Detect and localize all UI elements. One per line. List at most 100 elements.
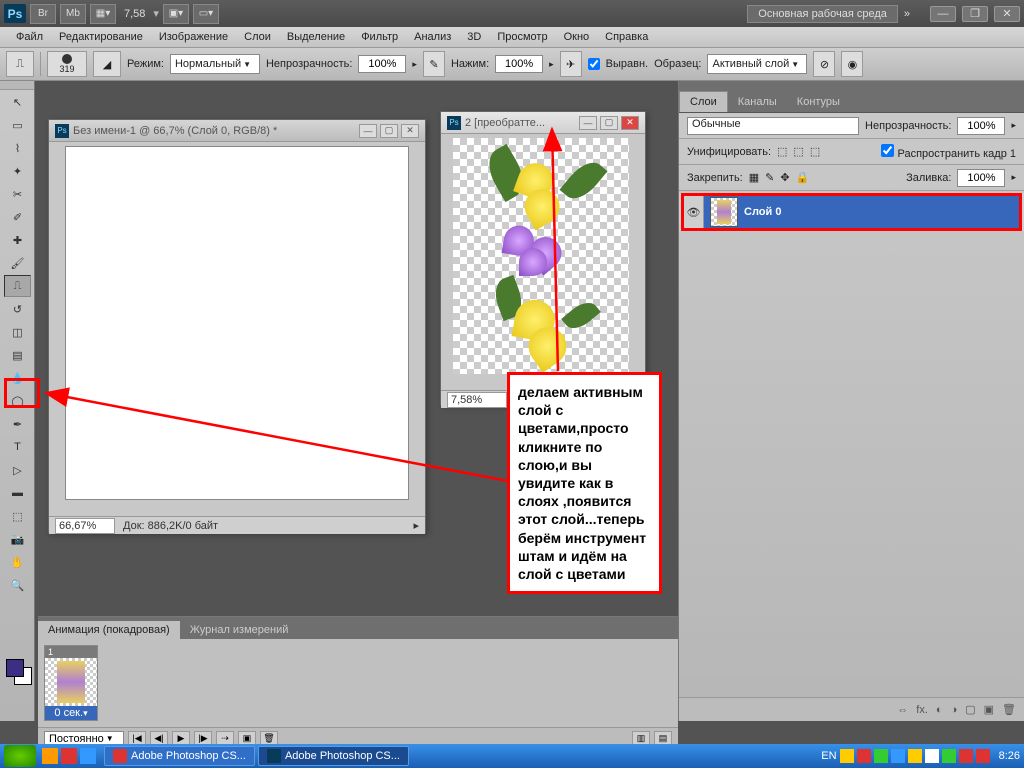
- layer-mask-icon[interactable]: ◐: [936, 704, 943, 716]
- tab-channels[interactable]: Каналы: [728, 92, 787, 112]
- 3d-tool[interactable]: ⬚: [4, 505, 31, 527]
- layer-opacity-input[interactable]: [957, 117, 1005, 135]
- gradient-tool[interactable]: ▤: [4, 344, 31, 366]
- layer-fx-icon[interactable]: fx.: [916, 704, 928, 716]
- crop-tool[interactable]: ✂: [4, 183, 31, 205]
- opacity-input[interactable]: [358, 55, 406, 73]
- airbrush-icon[interactable]: ✈: [560, 51, 582, 77]
- tray-icon[interactable]: [857, 749, 871, 763]
- maximize-button[interactable]: ❐: [962, 6, 988, 22]
- zoom-tool[interactable]: 🔍: [4, 574, 31, 596]
- taskbar-task-2[interactable]: Adobe Photoshop CS...: [258, 746, 409, 766]
- blend-mode-select[interactable]: Обычные: [687, 117, 859, 135]
- 3d-camera-tool[interactable]: 📷: [4, 528, 31, 550]
- doc1-minimize[interactable]: —: [359, 124, 377, 138]
- history-brush-tool[interactable]: ↺: [4, 298, 31, 320]
- ql-icon[interactable]: [80, 748, 96, 764]
- frame-delay[interactable]: 0 сек.▾: [45, 706, 97, 720]
- brush-tool[interactable]: 🖌: [4, 252, 31, 274]
- menu-help[interactable]: Справка: [597, 31, 656, 43]
- menu-view[interactable]: Просмотр: [489, 31, 555, 43]
- tab-measurements[interactable]: Журнал измерений: [180, 621, 299, 639]
- tool-preset-icon[interactable]: ⎍: [6, 51, 34, 77]
- layer-item-0[interactable]: 👁 Слой 0: [681, 193, 1022, 231]
- fill-input[interactable]: [957, 169, 1005, 187]
- brush-preset-picker[interactable]: 319: [47, 51, 87, 77]
- tray-icon[interactable]: [942, 749, 956, 763]
- shape-tool[interactable]: ▬: [4, 482, 31, 504]
- doc2-titlebar[interactable]: Ps 2 [преобратте... — ▢ ✕: [441, 112, 645, 134]
- animation-frame-1[interactable]: 1 0 сек.▾: [44, 645, 98, 721]
- layer-name[interactable]: Слой 0: [744, 206, 781, 218]
- menu-edit[interactable]: Редактирование: [51, 31, 151, 43]
- unify-visibility-icon[interactable]: ⬚: [793, 145, 803, 158]
- doc1-close[interactable]: ✕: [401, 124, 419, 138]
- blend-mode-select[interactable]: Нормальный▼: [170, 54, 260, 74]
- tray-icon[interactable]: [959, 749, 973, 763]
- menu-analysis[interactable]: Анализ: [406, 31, 459, 43]
- lock-pixels-icon[interactable]: ✎: [765, 171, 774, 184]
- view-extras-button[interactable]: ▦▾: [90, 4, 116, 24]
- adj-layer-icon[interactable]: ◑: [951, 704, 958, 716]
- delete-layer-icon[interactable]: 🗑: [1002, 703, 1016, 716]
- tray-icon[interactable]: [874, 749, 888, 763]
- screen-mode-button[interactable]: ▭▾: [193, 4, 219, 24]
- lock-position-icon[interactable]: ✥: [780, 171, 789, 184]
- doc1-titlebar[interactable]: Ps Без имени-1 @ 66,7% (Слой 0, RGB/8) *…: [49, 120, 425, 142]
- move-tool[interactable]: ↖: [4, 91, 31, 113]
- brush-panel-toggle[interactable]: ◢: [93, 51, 121, 77]
- tab-animation[interactable]: Анимация (покадровая): [38, 621, 180, 639]
- unify-position-icon[interactable]: ⬚: [777, 145, 787, 158]
- doc2-zoom[interactable]: 7,58%: [447, 392, 507, 408]
- tray-icon[interactable]: [908, 749, 922, 763]
- tab-paths[interactable]: Контуры: [787, 92, 850, 112]
- menu-window[interactable]: Окно: [556, 31, 598, 43]
- start-button[interactable]: [4, 745, 36, 767]
- ignore-adj-icon[interactable]: ⊘: [813, 51, 835, 77]
- aligned-checkbox[interactable]: [588, 58, 600, 70]
- doc2-close[interactable]: ✕: [621, 116, 639, 130]
- doc1-zoom[interactable]: 66,67%: [55, 518, 115, 534]
- close-button[interactable]: ✕: [994, 6, 1020, 22]
- tray-icon[interactable]: [891, 749, 905, 763]
- propagate-checkbox[interactable]: [881, 144, 894, 157]
- menu-select[interactable]: Выделение: [279, 31, 353, 43]
- menu-layer[interactable]: Слои: [236, 31, 279, 43]
- ql-icon[interactable]: [42, 748, 58, 764]
- marquee-tool[interactable]: ▭: [4, 114, 31, 136]
- eraser-tool[interactable]: ◫: [4, 321, 31, 343]
- minibridge-button[interactable]: Mb: [60, 4, 86, 24]
- visibility-toggle[interactable]: 👁: [684, 196, 704, 228]
- hand-tool[interactable]: ✋: [4, 551, 31, 573]
- lock-trans-icon[interactable]: ▦: [749, 171, 759, 184]
- menu-3d[interactable]: 3D: [459, 31, 489, 43]
- doc2-minimize[interactable]: —: [579, 116, 597, 130]
- unify-style-icon[interactable]: ⬚: [810, 145, 820, 158]
- tray-avira-icon[interactable]: [976, 749, 990, 763]
- minimize-button[interactable]: —: [930, 6, 956, 22]
- stamp-tool[interactable]: ⎍: [4, 275, 31, 297]
- doc2-maximize[interactable]: ▢: [600, 116, 618, 130]
- pressure-size-icon[interactable]: ◉: [841, 51, 863, 77]
- sample-select[interactable]: Активный слой▼: [707, 54, 807, 74]
- workspace-switcher[interactable]: Основная рабочая среда: [747, 5, 898, 23]
- flow-input[interactable]: [495, 55, 543, 73]
- menu-image[interactable]: Изображение: [151, 31, 236, 43]
- document-window-2[interactable]: Ps 2 [преобратте... — ▢ ✕: [440, 111, 646, 405]
- link-layers-icon[interactable]: ⇔: [897, 704, 908, 716]
- pen-tool[interactable]: ✒: [4, 413, 31, 435]
- tray-icon[interactable]: [840, 749, 854, 763]
- wand-tool[interactable]: ✦: [4, 160, 31, 182]
- eyedropper-tool[interactable]: ✐: [4, 206, 31, 228]
- pressure-opacity-icon[interactable]: ✎: [423, 51, 445, 77]
- tray-icon[interactable]: [925, 749, 939, 763]
- menu-filter[interactable]: Фильтр: [353, 31, 406, 43]
- type-tool[interactable]: T: [4, 436, 31, 458]
- tab-layers[interactable]: Слои: [679, 91, 728, 112]
- path-tool[interactable]: ▷: [4, 459, 31, 481]
- bridge-button[interactable]: Br: [30, 4, 56, 24]
- document-window-1[interactable]: Ps Без имени-1 @ 66,7% (Слой 0, RGB/8) *…: [48, 119, 426, 533]
- doc1-canvas[interactable]: [65, 146, 409, 500]
- zoom-indicator[interactable]: 7,58: [124, 8, 145, 20]
- lasso-tool[interactable]: ⌇: [4, 137, 31, 159]
